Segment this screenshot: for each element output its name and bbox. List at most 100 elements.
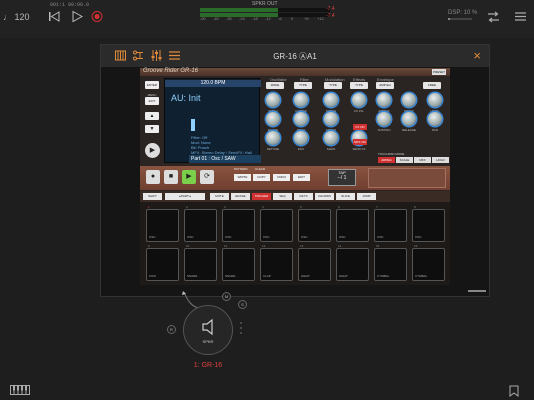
pad-label: OSC xyxy=(377,235,384,239)
xy-touchpad[interactable] xyxy=(368,168,446,188)
knob[interactable] xyxy=(428,112,442,126)
tempo-display[interactable]: ♩ 120 xyxy=(3,12,30,22)
pad-label: OSC xyxy=(415,235,422,239)
pad-number: 5 xyxy=(300,205,302,209)
knob[interactable] xyxy=(324,131,338,145)
knob[interactable] xyxy=(266,93,280,107)
knob-label: ENV xyxy=(297,147,305,151)
drum-pad[interactable]: 9 KICK xyxy=(146,244,179,281)
drum-pad[interactable]: 11 SNARE xyxy=(222,244,255,281)
mode-button[interactable]: SEQ xyxy=(273,193,292,200)
stop-button[interactable]: ■ xyxy=(164,170,178,184)
drum-pad[interactable]: 4 OSC xyxy=(260,205,293,242)
header-badge[interactable]: PRESET xyxy=(432,69,446,75)
down-arrow-icon[interactable]: ▼ xyxy=(145,125,159,133)
knob[interactable] xyxy=(294,131,308,145)
mode-button[interactable]: ◂ PART ▸ xyxy=(165,193,205,200)
play-pause-button[interactable]: ▶ xyxy=(182,170,196,184)
drum-pad[interactable]: 16 CYMBAL xyxy=(412,244,445,281)
enter-button[interactable]: ENTER xyxy=(145,81,159,89)
mode-button[interactable]: CHORDS xyxy=(315,193,334,200)
type-button[interactable]: WAVE xyxy=(266,82,284,89)
up-arrow-icon[interactable]: ▲ xyxy=(145,112,159,120)
record-button[interactable]: ● xyxy=(146,170,160,184)
pad-label: OSC xyxy=(225,235,232,239)
rewind-icon[interactable] xyxy=(48,10,60,23)
knob[interactable] xyxy=(266,112,280,126)
mode-button[interactable]: ERASE xyxy=(231,193,250,200)
knob-label: SLEW xyxy=(326,147,336,151)
drum-pad[interactable]: 12 CLAP xyxy=(260,244,293,281)
knob[interactable] xyxy=(428,93,442,107)
solo-badge[interactable]: S xyxy=(238,300,247,309)
track-name[interactable]: 1: GR-16 xyxy=(183,362,233,369)
knob[interactable] xyxy=(294,93,308,107)
pad-label: HIHAT xyxy=(301,274,310,278)
drum-pad[interactable]: 13 HIHAT xyxy=(298,244,331,281)
type-button[interactable]: TYPE xyxy=(324,82,342,89)
node-handle-dots[interactable] xyxy=(240,322,243,337)
position-display: 001:1 00:00.0 xyxy=(50,2,90,8)
synth-header: Groove Rider GR-16 PRESET xyxy=(140,68,450,76)
undo-button[interactable]: UNDO xyxy=(273,174,290,181)
drum-pad[interactable]: 14 HIHAT xyxy=(336,244,369,281)
knob-label: PAN xyxy=(432,128,438,132)
knob[interactable] xyxy=(402,93,416,107)
touchpad-mode-button[interactable]: ARPEG xyxy=(378,157,395,163)
play-preview-icon[interactable]: ▶ xyxy=(145,143,160,158)
plugin-scroll-indicator[interactable] xyxy=(468,290,486,292)
drum-pad[interactable]: 7 OSC xyxy=(374,205,407,242)
knob[interactable] xyxy=(377,112,391,126)
menu-icon[interactable] xyxy=(515,11,526,22)
loop-icon[interactable] xyxy=(486,10,501,24)
knob[interactable] xyxy=(324,112,338,126)
pad-label: OSC xyxy=(187,235,194,239)
drum-pad[interactable]: 1 OSC xyxy=(146,205,179,242)
write-button[interactable]: WRITE xyxy=(234,174,251,181)
exit-button[interactable]: EXIT xyxy=(145,97,159,105)
drum-pad[interactable]: 3 OSC xyxy=(222,205,255,242)
record-arm-badge[interactable]: R xyxy=(167,325,176,334)
close-icon[interactable]: × xyxy=(473,48,481,63)
knob[interactable] xyxy=(294,112,308,126)
knob[interactable] xyxy=(324,93,338,107)
knob[interactable] xyxy=(377,93,391,107)
bookmark-icon[interactable] xyxy=(509,385,519,397)
knob[interactable] xyxy=(352,93,366,107)
drum-pad[interactable]: 10 SNARE xyxy=(184,244,217,281)
type-button[interactable]: AMP EG xyxy=(376,82,394,89)
mode-button[interactable]: KEYS xyxy=(294,193,313,200)
pad-number: 6 xyxy=(338,205,340,209)
fx-on-button[interactable]: FX ON xyxy=(353,124,367,130)
drum-pad[interactable]: 5 OSC xyxy=(298,205,331,242)
touchpad-mode-button[interactable]: MFX xyxy=(414,157,431,163)
type-button[interactable]: TYPE xyxy=(294,82,312,89)
touchpad-mode-button[interactable]: SCALE xyxy=(396,157,413,163)
mode-button[interactable]: SHIFT xyxy=(143,193,162,200)
type-button[interactable]: TYPE xyxy=(350,82,368,89)
play-icon[interactable] xyxy=(71,10,83,23)
drum-pad[interactable]: 15 CYMBAL xyxy=(374,244,407,281)
part-readout[interactable]: Part 01 : Osc / SAW xyxy=(189,155,261,163)
loop-button[interactable]: ⟳ xyxy=(200,170,214,184)
mfx-on-button[interactable]: MFX ON xyxy=(353,139,367,145)
record-icon[interactable] xyxy=(91,10,103,23)
knob[interactable] xyxy=(402,112,416,126)
mode-button[interactable]: SLICE xyxy=(336,193,355,200)
tap-tempo[interactable]: TAP --/ 1 xyxy=(328,169,356,186)
piano-keyboard-icon[interactable] xyxy=(10,385,30,395)
level-indicator xyxy=(191,119,195,131)
mode-button[interactable]: MUTE xyxy=(210,193,229,200)
drum-pad[interactable]: 6 OSC xyxy=(336,205,369,242)
drum-pad[interactable]: 2 OSC xyxy=(184,205,217,242)
drum-pad[interactable]: 8 OSC xyxy=(412,205,445,242)
copy-button[interactable]: COPY xyxy=(253,174,270,181)
track-node[interactable]: SPKR xyxy=(183,305,233,355)
touchpad-mode-button[interactable]: HOLD xyxy=(432,157,449,163)
mode-button[interactable]: TRIGGER xyxy=(252,193,271,200)
mute-badge[interactable]: M xyxy=(222,292,231,301)
mode-button[interactable]: JUMP xyxy=(357,193,376,200)
type-button[interactable]: FREE xyxy=(423,82,441,89)
knob[interactable] xyxy=(266,131,280,145)
edit-button[interactable]: EDIT xyxy=(293,174,310,181)
